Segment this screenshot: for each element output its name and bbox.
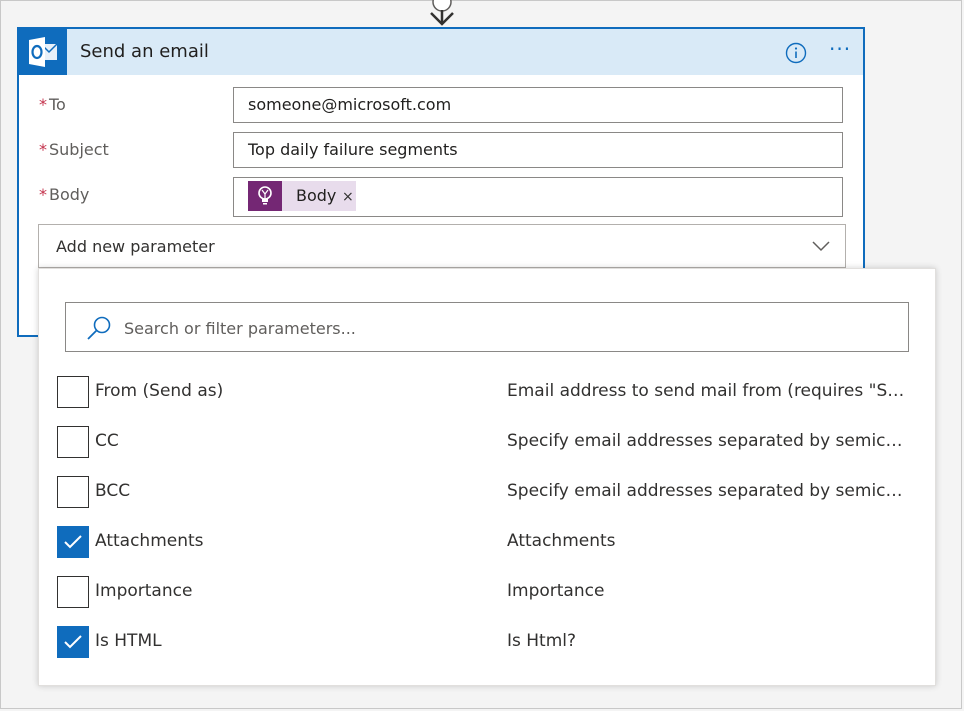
parameter-checkbox[interactable] <box>57 426 89 458</box>
parameter-description: Specify email addresses separated by sem… <box>507 431 909 451</box>
parameter-description: Specify email addresses separated by sem… <box>507 481 909 501</box>
to-label: * To <box>39 95 66 114</box>
to-field[interactable]: someone@microsoft.com <box>233 87 843 123</box>
parameter-row[interactable]: Attachments Attachments <box>57 526 917 560</box>
parameter-description: Importance <box>507 581 605 601</box>
lightbulb-icon <box>248 181 282 211</box>
parameter-row[interactable]: BCC Specify email addresses separated by … <box>57 476 917 510</box>
search-icon <box>87 316 111 340</box>
required-mark: * <box>39 140 47 159</box>
subject-label: * Subject <box>39 140 109 159</box>
body-label: * Body <box>39 185 89 204</box>
subject-label-text: Subject <box>49 140 109 159</box>
body-label-text: Body <box>49 185 90 204</box>
connector-arrow-icon <box>430 0 454 26</box>
parameter-dropdown: From (Send as) Email address to send mail… <box>38 268 936 686</box>
parameter-name: Attachments <box>95 531 204 551</box>
parameter-checkbox[interactable] <box>57 626 89 658</box>
parameter-row[interactable]: Is HTML Is Html? <box>57 626 917 660</box>
subject-field[interactable]: Top daily failure segments <box>233 132 843 168</box>
checkmark-icon <box>64 535 82 549</box>
add-parameter-label: Add new parameter <box>56 237 215 256</box>
parameter-checkbox[interactable] <box>57 476 89 508</box>
parameter-description: Is Html? <box>507 631 577 651</box>
checkmark-icon <box>64 635 82 649</box>
card-title: Send an email <box>80 41 209 62</box>
parameter-description: Email address to send mail from (require… <box>507 381 909 401</box>
outlook-icon <box>19 29 67 75</box>
parameter-name: CC <box>95 431 119 451</box>
parameter-checkbox[interactable] <box>57 576 89 608</box>
search-input[interactable] <box>122 303 896 353</box>
parameter-description: Attachments <box>507 531 616 551</box>
parameter-row[interactable]: Importance Importance <box>57 576 917 610</box>
search-box[interactable] <box>65 302 909 353</box>
parameter-name: Is HTML <box>95 631 162 651</box>
parameter-checkbox[interactable] <box>57 376 89 408</box>
token-remove-icon[interactable]: × <box>342 181 354 213</box>
parameter-checkbox[interactable] <box>57 526 89 558</box>
chevron-down-icon[interactable] <box>812 239 830 253</box>
body-field[interactable]: Body × <box>233 177 843 217</box>
required-mark: * <box>39 95 47 114</box>
parameter-row[interactable]: From (Send as) Email address to send mail… <box>57 376 917 410</box>
info-icon[interactable] <box>785 42 807 64</box>
parameter-name: BCC <box>95 481 131 501</box>
token-label: Body <box>296 186 337 205</box>
card-header[interactable]: Send an email ··· <box>19 29 863 75</box>
parameter-name: From (Send as) <box>95 381 224 401</box>
parameter-row[interactable]: CC Specify email addresses separated by s… <box>57 426 917 460</box>
more-options-icon[interactable]: ··· <box>829 37 851 61</box>
required-mark: * <box>39 185 47 204</box>
to-label-text: To <box>49 95 66 114</box>
parameter-name: Importance <box>95 581 193 601</box>
add-new-parameter-select[interactable]: Add new parameter <box>38 224 846 268</box>
body-token[interactable]: Body × <box>248 181 356 211</box>
